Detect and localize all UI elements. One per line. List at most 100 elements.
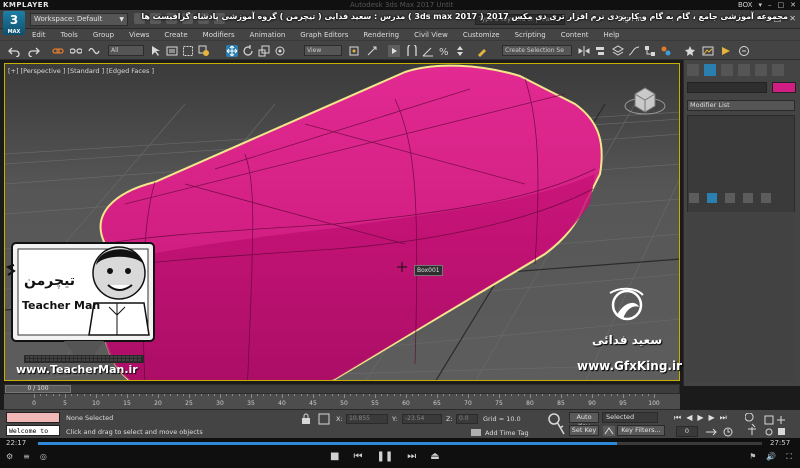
stop-icon[interactable]: ■ (330, 451, 339, 462)
object-name-field[interactable] (687, 82, 767, 93)
add-time-tag[interactable]: Add Time Tag (485, 429, 529, 437)
menu-create[interactable]: Create (164, 31, 187, 39)
viewport-label[interactable]: [+] [Perspective ] [Standard ] [Edged Fa… (8, 67, 154, 75)
pause-icon[interactable]: ❚❚ (376, 451, 393, 462)
lock-selection-icon[interactable] (300, 413, 312, 425)
rect-selection-icon[interactable] (182, 45, 194, 57)
maxscript-listener[interactable] (6, 412, 60, 423)
angle-snap-icon[interactable] (422, 45, 434, 57)
select-rotate-icon[interactable] (242, 45, 254, 57)
material-editor-icon[interactable] (660, 45, 672, 57)
menu-animation[interactable]: Animation (250, 31, 286, 39)
viewport-nav-controls[interactable] (745, 413, 795, 437)
playlist-icon[interactable]: ≡ (23, 452, 30, 461)
absolute-mode-icon[interactable] (318, 413, 330, 425)
undo-icon[interactable] (8, 45, 20, 57)
fullscreen-icon[interactable]: ⛶ (786, 452, 792, 462)
select-move-icon[interactable] (226, 45, 238, 57)
forward-icon[interactable]: ⏭ (407, 451, 416, 462)
bind-space-warp-icon[interactable] (88, 45, 100, 57)
mirror-icon[interactable] (578, 45, 590, 57)
make-unique-icon[interactable] (725, 193, 735, 203)
subtitle-icon[interactable]: ⚑ (749, 452, 756, 462)
snaps-toggle-icon[interactable] (406, 45, 418, 57)
render-setup-icon[interactable] (684, 45, 696, 57)
menu-civil-view[interactable]: Civil View (414, 31, 448, 39)
display-tab-icon[interactable] (755, 64, 767, 76)
schematic-view-icon[interactable] (644, 45, 656, 57)
time-slider-thumb[interactable]: 0 / 100 (5, 385, 71, 393)
percent-snap-icon[interactable]: % (438, 45, 450, 57)
seek-bar[interactable] (38, 442, 762, 445)
current-frame-field[interactable]: 0 (676, 426, 698, 437)
menu-edit[interactable]: Edit (32, 31, 46, 39)
maxscript-welcome[interactable]: Welcome to M. (6, 425, 60, 445)
keyboard-shortcut-icon[interactable] (388, 45, 400, 57)
set-key-button[interactable]: Set Key (569, 425, 599, 436)
menu-rendering[interactable]: Rendering (363, 31, 399, 39)
modifier-list-dropdown[interactable]: Modifier List (687, 100, 795, 111)
curve-editor-icon[interactable] (628, 45, 640, 57)
key-filters-button[interactable]: Key Filters... (617, 425, 665, 436)
redo-icon[interactable] (28, 45, 40, 57)
play-icon[interactable]: ▶ (697, 413, 703, 423)
default-in-out-icon[interactable] (603, 426, 615, 436)
rewind-icon[interactable]: ⏮ (353, 451, 362, 462)
workspace-dropdown[interactable]: Workspace: Default ▼ (30, 13, 128, 26)
hierarchy-tab-icon[interactable] (721, 64, 733, 76)
place-icon[interactable] (274, 45, 286, 57)
create-tab-icon[interactable] (687, 64, 699, 76)
key-mode-icon[interactable] (705, 427, 717, 437)
menu-customize[interactable]: Customize (463, 31, 500, 39)
selected-dropdown[interactable]: Selected (602, 412, 658, 423)
select-by-name-icon[interactable] (166, 45, 178, 57)
ref-coord-dropdown[interactable]: View (304, 45, 342, 56)
align-icon[interactable] (594, 45, 606, 57)
configure-modifier-sets-icon[interactable] (761, 193, 771, 203)
eject-icon[interactable]: ⏏ (430, 451, 439, 462)
select-object-icon[interactable] (150, 45, 162, 57)
render-production-icon[interactable] (720, 45, 732, 57)
selection-filter-dropdown[interactable]: All (108, 45, 144, 56)
menu-content[interactable]: Content (561, 31, 589, 39)
show-end-result-icon[interactable] (707, 193, 717, 203)
pin-stack-icon[interactable] (689, 193, 699, 203)
maximize-icon[interactable]: □ (778, 1, 785, 9)
go-to-start-icon[interactable]: ⏮ (674, 413, 681, 423)
object-color-swatch[interactable] (772, 82, 796, 93)
a360-render-icon[interactable] (738, 45, 750, 57)
menu-views[interactable]: Views (129, 31, 149, 39)
z-coord-field[interactable]: 0.0 (456, 414, 478, 424)
capture-icon[interactable]: ◎ (40, 452, 47, 461)
previous-frame-icon[interactable]: ◀ (686, 413, 692, 423)
menu-graph-editors[interactable]: Graph Editors (300, 31, 348, 39)
link-icon[interactable] (52, 45, 64, 57)
trackbar[interactable]: 0 5 10 15 20 25 30 35 40 45 50 55 60 65 70 75 80 85 90 95 10… (4, 394, 680, 410)
layer-explorer-icon[interactable] (612, 45, 624, 57)
next-frame-icon[interactable]: ▶ (709, 413, 715, 423)
spinner-snap-icon[interactable] (454, 45, 466, 57)
auto-key-button[interactable]: Auto Key (569, 412, 599, 430)
utilities-tab-icon[interactable] (772, 64, 784, 76)
edit-named-selection-icon[interactable] (476, 45, 488, 57)
app-menu-button[interactable]: 3 MAX (3, 11, 25, 35)
modify-tab-icon[interactable] (704, 64, 716, 76)
select-scale-icon[interactable] (258, 45, 270, 57)
menu-scripting[interactable]: Scripting (515, 31, 546, 39)
menu-modifiers[interactable]: Modifiers (203, 31, 235, 39)
time-slider[interactable]: 0 / 100 (4, 384, 680, 394)
volume-icon[interactable]: 🔊 (766, 452, 776, 462)
menu-help[interactable]: Help (604, 31, 620, 39)
menu-tools[interactable]: Tools (61, 31, 78, 39)
settings-icon[interactable]: ⚙ (6, 452, 13, 461)
rendered-frame-icon[interactable] (702, 45, 714, 57)
window-crossing-icon[interactable] (198, 45, 210, 57)
time-config-icon[interactable] (722, 427, 734, 437)
select-manipulate-icon[interactable] (366, 45, 378, 57)
time-tag-icon[interactable] (470, 427, 482, 438)
x-coord-field[interactable]: 10.855 (346, 414, 388, 424)
pin-icon[interactable]: ▾ (758, 1, 762, 9)
motion-tab-icon[interactable] (738, 64, 750, 76)
menu-group[interactable]: Group (93, 31, 114, 39)
close-icon[interactable]: ✕ (790, 1, 796, 9)
